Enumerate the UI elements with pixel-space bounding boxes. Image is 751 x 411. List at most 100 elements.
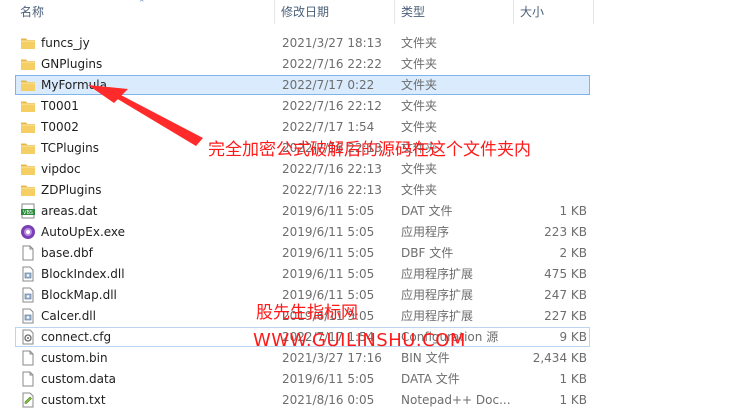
file-row[interactable]: custom.data 2019/6/11 5:05 DATA 文件 1 KB	[0, 369, 751, 390]
exe-app-icon	[20, 224, 36, 240]
column-header-bar: 名称 ⌃ 修改日期 类型 大小	[0, 0, 751, 24]
file-name: base.dbf	[41, 246, 93, 260]
blank-file-icon	[20, 371, 36, 387]
annotation-text: 完全加密公式破解后的源码在这个文件夹内	[208, 140, 531, 160]
file-type: DAT 文件	[401, 204, 453, 218]
file-size	[515, 54, 587, 75]
column-header-size[interactable]: 大小	[520, 0, 544, 24]
dll-file-icon	[20, 266, 36, 282]
file-row[interactable]: GNPlugins 2022/7/16 22:22 文件夹	[0, 54, 751, 75]
file-name: T0002	[41, 120, 79, 134]
file-row[interactable]: T0001 2022/7/16 22:12 文件夹	[0, 96, 751, 117]
file-modified-date: 2021/3/27 18:13	[282, 36, 382, 50]
file-size	[515, 75, 587, 96]
folder-icon	[20, 140, 36, 156]
file-size: 223 KB	[544, 225, 587, 239]
file-row[interactable]: custom.txt 2021/8/16 0:05 Notepad++ Doc...…	[0, 390, 751, 411]
folder-icon	[20, 98, 36, 114]
notepad-file-icon	[20, 392, 36, 408]
file-name: T0001	[41, 99, 79, 113]
column-divider[interactable]	[513, 0, 514, 24]
folder-icon	[20, 119, 36, 135]
file-row[interactable]: ZDPlugins 2022/7/16 22:13 文件夹	[0, 180, 751, 201]
file-type: 应用程序扩展	[401, 309, 474, 323]
file-type: DBF 文件	[401, 246, 454, 260]
file-type: 文件夹	[401, 36, 438, 50]
sort-up-icon: ⌃	[138, 0, 146, 9]
file-size	[515, 180, 587, 201]
file-modified-date: 2019/6/11 5:05	[282, 267, 375, 281]
file-name: MyFormula	[41, 78, 107, 92]
folder-icon	[20, 77, 36, 93]
file-size: 475 KB	[544, 267, 587, 281]
column-header-modified[interactable]: 修改日期	[281, 0, 329, 24]
column-divider[interactable]	[394, 0, 395, 24]
svg-text:VBS: VBS	[23, 210, 33, 216]
file-size: 9 KB	[559, 330, 587, 344]
file-size: 247 KB	[544, 288, 587, 302]
file-row-selected[interactable]: MyFormula 2022/7/17 0:22 文件夹	[0, 75, 751, 96]
file-size	[515, 33, 587, 54]
dll-file-icon	[20, 287, 36, 303]
file-name: ZDPlugins	[41, 183, 102, 197]
file-type: 文件夹	[401, 78, 438, 92]
column-divider[interactable]	[593, 0, 594, 24]
file-size: 1 KB	[559, 204, 587, 218]
file-size: 1 KB	[559, 372, 587, 386]
file-modified-date: 2022/7/17 0:22	[282, 78, 375, 92]
file-type: 应用程序	[401, 225, 450, 239]
config-file-icon	[20, 329, 36, 345]
file-type: 应用程序扩展	[401, 288, 474, 302]
file-modified-date: 2022/7/16 22:13	[282, 183, 382, 197]
file-modified-date: 2019/6/11 5:05	[282, 246, 375, 260]
file-modified-date: 2022/7/16 22:22	[282, 57, 382, 71]
file-modified-date: 2021/3/27 17:16	[282, 351, 382, 365]
file-row[interactable]: funcs_jy 2021/3/27 18:13 文件夹	[0, 33, 751, 54]
column-header-type[interactable]: 类型	[401, 0, 425, 24]
watermark-url: WWW.GUILINSHU.COM	[253, 330, 466, 351]
file-name: AutoUpEx.exe	[41, 225, 126, 239]
file-row[interactable]: vipdoc 2022/7/16 22:13 文件夹	[0, 159, 751, 180]
dll-file-icon	[20, 308, 36, 324]
file-row[interactable]: custom.bin 2021/3/27 17:16 BIN 文件 2,434 KB	[0, 348, 751, 369]
file-type: DATA 文件	[401, 372, 460, 386]
file-name: TCPlugins	[41, 141, 99, 155]
folder-icon	[20, 56, 36, 72]
file-type: 文件夹	[401, 57, 438, 71]
file-modified-date: 2022/7/16 22:13	[282, 162, 382, 176]
file-row[interactable]: Calcer.dll 2019/6/11 5:05 应用程序扩展 227 KB	[0, 306, 751, 327]
folder-icon	[20, 35, 36, 51]
file-size: 227 KB	[544, 309, 587, 323]
file-size: 2,434 KB	[532, 351, 587, 365]
file-name: BlockMap.dll	[41, 288, 117, 302]
blank-file-icon	[20, 350, 36, 366]
file-name: Calcer.dll	[41, 309, 96, 323]
folder-icon	[20, 161, 36, 177]
file-row[interactable]: BlockIndex.dll 2019/6/11 5:05 应用程序扩展 475 KB	[0, 264, 751, 285]
file-row[interactable]: base.dbf 2019/6/11 5:05 DBF 文件 2 KB	[0, 243, 751, 264]
column-divider[interactable]	[274, 0, 275, 24]
file-modified-date: 2022/7/16 22:12	[282, 99, 382, 113]
file-name: areas.dat	[41, 204, 98, 218]
file-name: custom.bin	[41, 351, 108, 365]
file-type: BIN 文件	[401, 351, 450, 365]
file-row[interactable]: BlockMap.dll 2019/6/11 5:05 应用程序扩展 247 KB	[0, 285, 751, 306]
file-modified-date: 2019/6/11 5:05	[282, 372, 375, 386]
file-row[interactable]: AutoUpEx.exe 2019/6/11 5:05 应用程序 223 KB	[0, 222, 751, 243]
file-name: BlockIndex.dll	[41, 267, 125, 281]
file-modified-date: 2019/6/11 5:05	[282, 204, 375, 218]
file-modified-date: 2021/8/16 0:05	[282, 393, 375, 407]
file-size	[515, 159, 587, 180]
column-header-name[interactable]: 名称	[20, 0, 44, 24]
file-name: funcs_jy	[41, 36, 90, 50]
file-name: connect.cfg	[41, 330, 112, 344]
file-type: 应用程序扩展	[401, 267, 474, 281]
file-name: GNPlugins	[41, 57, 103, 71]
file-type: 文件夹	[401, 183, 438, 197]
file-type: 文件夹	[401, 99, 438, 113]
file-size	[515, 96, 587, 117]
blank-file-icon	[20, 245, 36, 261]
file-size: 2 KB	[559, 246, 587, 260]
file-modified-date: 2019/6/11 5:05	[282, 225, 375, 239]
file-row[interactable]: VBS areas.dat 2019/6/11 5:05 DAT 文件 1 KB	[0, 201, 751, 222]
